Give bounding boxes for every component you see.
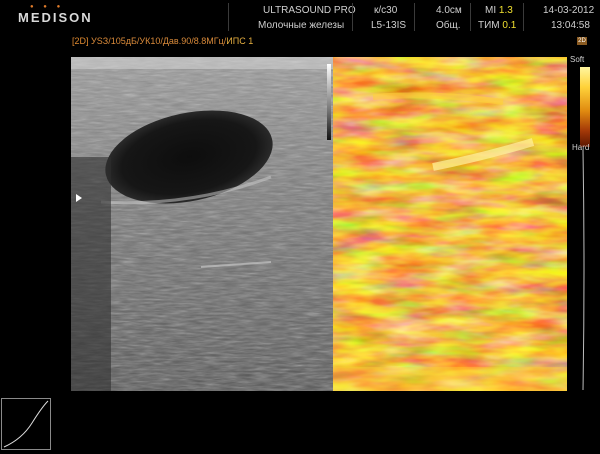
ips-indicator: ИПС 1	[226, 36, 254, 46]
tim-readout: ТИМ 0.1	[478, 20, 516, 31]
scan-parameters: УSЗ/105дБ/УК10/Дав.90/8.8МГц/	[91, 36, 227, 46]
system-name: ULTRASOUND PRO	[263, 5, 356, 16]
bmode-texture	[71, 57, 333, 391]
divider	[523, 3, 524, 31]
corner-mode-marker: 2D	[577, 37, 587, 45]
divider	[352, 3, 353, 31]
divider	[470, 3, 471, 31]
header-bar: ● ● ● MEDISON ULTRASOUND PRO Молочные же…	[0, 0, 600, 33]
preset-name: Молочные железы	[258, 20, 345, 31]
mi-label: MI	[485, 5, 497, 16]
gain-curve-icon	[3, 400, 49, 448]
gain-curve-thumbnail	[1, 398, 51, 450]
bmode-image	[71, 57, 333, 391]
frame-rate: к/с30	[374, 5, 398, 16]
tim-label: ТИМ	[478, 20, 500, 31]
elasticity-colorbar	[580, 67, 590, 147]
grayscale-bar	[327, 64, 331, 140]
mode-indicator: [2D]	[72, 36, 89, 46]
mi-readout: MI 1.3	[485, 5, 513, 16]
colorbar-hard-label: Hard	[572, 143, 590, 152]
focus-marker-icon	[76, 194, 82, 202]
gain-mode: Общ.	[436, 20, 461, 31]
elastography-image	[333, 57, 567, 391]
depth-value: 4.0см	[436, 5, 462, 16]
tim-value: 0.1	[502, 20, 517, 31]
probe-name: L5-13IS	[371, 20, 407, 31]
elastography-texture	[333, 57, 567, 391]
divider	[228, 3, 229, 31]
exam-date: 14-03-2012	[543, 5, 595, 16]
colorbar-soft-label: Soft	[570, 55, 585, 64]
exam-time: 13:04:58	[551, 20, 590, 31]
status-line: [2D] УSЗ/105дБ/УК10/Дав.90/8.8МГц/ИПС 1	[72, 36, 253, 46]
mi-value: 1.3	[498, 5, 513, 16]
brand-logo: MEDISON	[18, 10, 93, 25]
depth-ruler	[582, 150, 585, 390]
divider	[414, 3, 415, 31]
